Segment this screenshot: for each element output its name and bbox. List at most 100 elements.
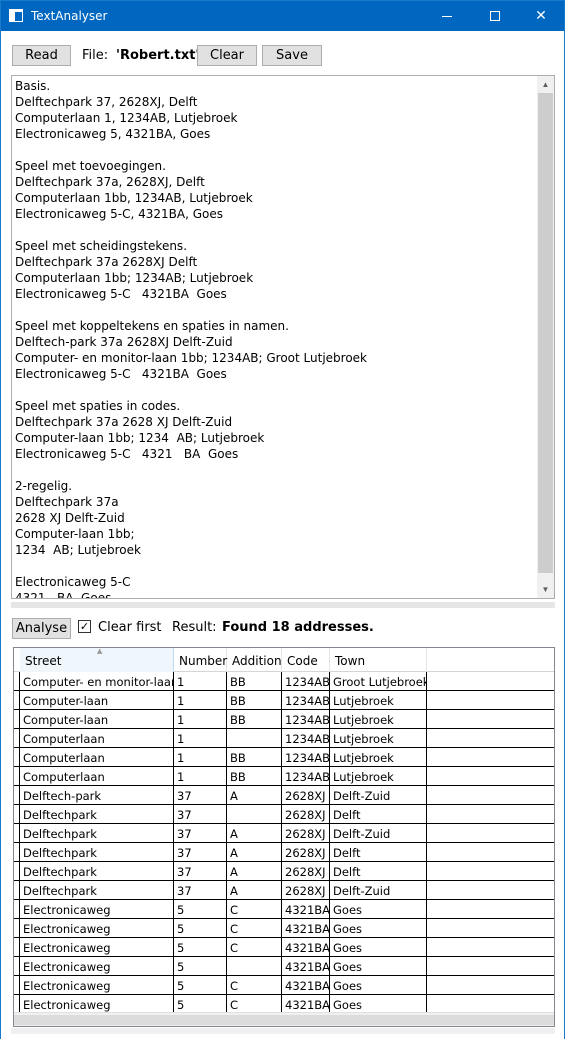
cell-code[interactable]: 1234AB [282,691,330,710]
cell-number[interactable]: 1 [174,710,227,729]
cell-street[interactable]: Computerlaan [20,748,174,767]
cell-town[interactable]: Lutjebroek [330,710,427,729]
cell-number[interactable]: 37 [174,824,227,843]
cell-addition[interactable]: A [227,862,282,881]
clear-first-label[interactable]: Clear first [98,620,162,635]
scrollbar-thumb[interactable] [538,93,553,573]
cell-code[interactable]: 1234AB [282,710,330,729]
cell-street[interactable]: Electronicaweg [20,938,174,957]
cell-code[interactable]: 2628XJ [282,805,330,824]
cell-street[interactable]: Electronicaweg [20,900,174,919]
grid-scrollbar-thumb[interactable] [14,1015,554,1025]
cell-number[interactable]: 37 [174,843,227,862]
cell-number[interactable]: 37 [174,881,227,900]
table-row[interactable]: Delftechpark 37 A 2628XJ Delft-Zuid [14,824,554,843]
cell-street[interactable]: Computer-laan [20,691,174,710]
cell-street[interactable]: Electronicaweg [20,957,174,976]
cell-code[interactable]: 1234AB [282,672,330,691]
cell-number[interactable]: 1 [174,729,227,748]
cell-code[interactable]: 2628XJ [282,786,330,805]
cell-number[interactable]: 5 [174,938,227,957]
cell-addition[interactable]: C [227,919,282,938]
table-row[interactable]: Computerlaan 1 BB 1234AB Lutjebroek [14,767,554,786]
table-row[interactable]: Delftechpark 37 2628XJ Delft [14,805,554,824]
cell-street[interactable]: Computerlaan [20,767,174,786]
cell-street[interactable]: Computerlaan [20,729,174,748]
cell-addition[interactable]: A [227,824,282,843]
text-vertical-scrollbar[interactable]: ▲ ▼ [537,76,554,598]
cell-street[interactable]: Delftechpark [20,805,174,824]
cell-town[interactable]: Lutjebroek [330,767,427,786]
cell-street[interactable]: Delftechpark [20,824,174,843]
cell-town[interactable]: Goes [330,976,427,995]
cell-street[interactable]: Delftechpark [20,881,174,900]
cell-code[interactable]: 4321BA [282,900,330,919]
cell-number[interactable]: 5 [174,919,227,938]
table-row[interactable]: Electronicaweg 5 C 4321BA Goes [14,976,554,995]
cell-street[interactable]: Delftechpark [20,843,174,862]
cell-number[interactable]: 5 [174,957,227,976]
cell-addition[interactable] [227,729,282,748]
cell-code[interactable]: 2628XJ [282,862,330,881]
column-header-code[interactable]: Code [282,648,330,672]
cell-street[interactable]: Computer-laan [20,710,174,729]
table-row[interactable]: Computer-laan 1 BB 1234AB Lutjebroek [14,691,554,710]
cell-code[interactable]: 4321BA [282,938,330,957]
column-header-number[interactable]: Number [174,648,227,672]
table-row[interactable]: Electronicaweg 5 C 4321BA Goes [14,938,554,957]
cell-number[interactable]: 1 [174,748,227,767]
cell-number[interactable]: 1 [174,767,227,786]
cell-town[interactable]: Lutjebroek [330,729,427,748]
cell-addition[interactable]: A [227,786,282,805]
cell-number[interactable]: 37 [174,805,227,824]
column-header-street[interactable]: ▲ Street [20,648,174,672]
read-button[interactable]: Read [12,45,71,66]
cell-street[interactable]: Delftechpark [20,862,174,881]
table-row[interactable]: Computerlaan 1 BB 1234AB Lutjebroek [14,748,554,767]
cell-code[interactable]: 2628XJ [282,824,330,843]
splitter-handle[interactable] [11,602,555,608]
scroll-down-icon[interactable]: ▼ [537,581,554,598]
cell-number[interactable]: 5 [174,900,227,919]
column-header-addition[interactable]: Addition [227,648,282,672]
cell-town[interactable]: Delft-Zuid [330,881,427,900]
cell-code[interactable]: 1234AB [282,748,330,767]
cell-code[interactable]: 1234AB [282,729,330,748]
cell-addition[interactable]: C [227,900,282,919]
cell-addition[interactable]: A [227,843,282,862]
cell-town[interactable]: Delft-Zuid [330,824,427,843]
cell-addition[interactable]: BB [227,748,282,767]
clear-button[interactable]: Clear [197,45,257,66]
cell-town[interactable]: Delft [330,862,427,881]
cell-street[interactable]: Computer- en monitor-laan [20,672,174,691]
cell-town[interactable]: Goes [330,919,427,938]
cell-addition[interactable]: BB [227,672,282,691]
title-bar[interactable]: TextAnalyser ✕ [1,1,564,31]
cell-street[interactable]: Electronicaweg [20,919,174,938]
cell-number[interactable]: 37 [174,786,227,805]
cell-addition[interactable]: A [227,881,282,900]
cell-number[interactable]: 37 [174,862,227,881]
cell-code[interactable]: 2628XJ [282,843,330,862]
analyse-button[interactable]: Analyse [12,618,71,639]
minimize-button[interactable] [424,1,470,31]
cell-number[interactable]: 5 [174,976,227,995]
cell-town[interactable]: Delft [330,843,427,862]
table-row[interactable]: Electronicaweg 5 C 4321BA Goes [14,919,554,938]
save-button[interactable]: Save [262,45,322,66]
cell-town[interactable]: Delft-Zuid [330,786,427,805]
cell-code[interactable]: 4321BA [282,976,330,995]
table-row[interactable]: Electronicaweg 5 4321BA Goes [14,957,554,976]
text-input-area[interactable]: Basis. Delftechpark 37, 2628XJ, Delft Comp… [11,75,555,599]
table-row[interactable]: Computer-laan 1 BB 1234AB Lutjebroek [14,710,554,729]
table-row[interactable]: Computer- en monitor-laan 1 BB 1234AB Groot … [14,672,554,691]
cell-code[interactable]: 4321BA [282,919,330,938]
table-row[interactable]: Delftechpark 37 A 2628XJ Delft [14,862,554,881]
cell-code[interactable]: 4321BA [282,957,330,976]
table-row[interactable]: Delftechpark 37 A 2628XJ Delft-Zuid [14,881,554,900]
cell-code[interactable]: 2628XJ [282,881,330,900]
cell-addition[interactable]: BB [227,710,282,729]
column-header-town[interactable]: Town [330,648,427,672]
cell-addition[interactable]: BB [227,691,282,710]
cell-town[interactable]: Goes [330,957,427,976]
